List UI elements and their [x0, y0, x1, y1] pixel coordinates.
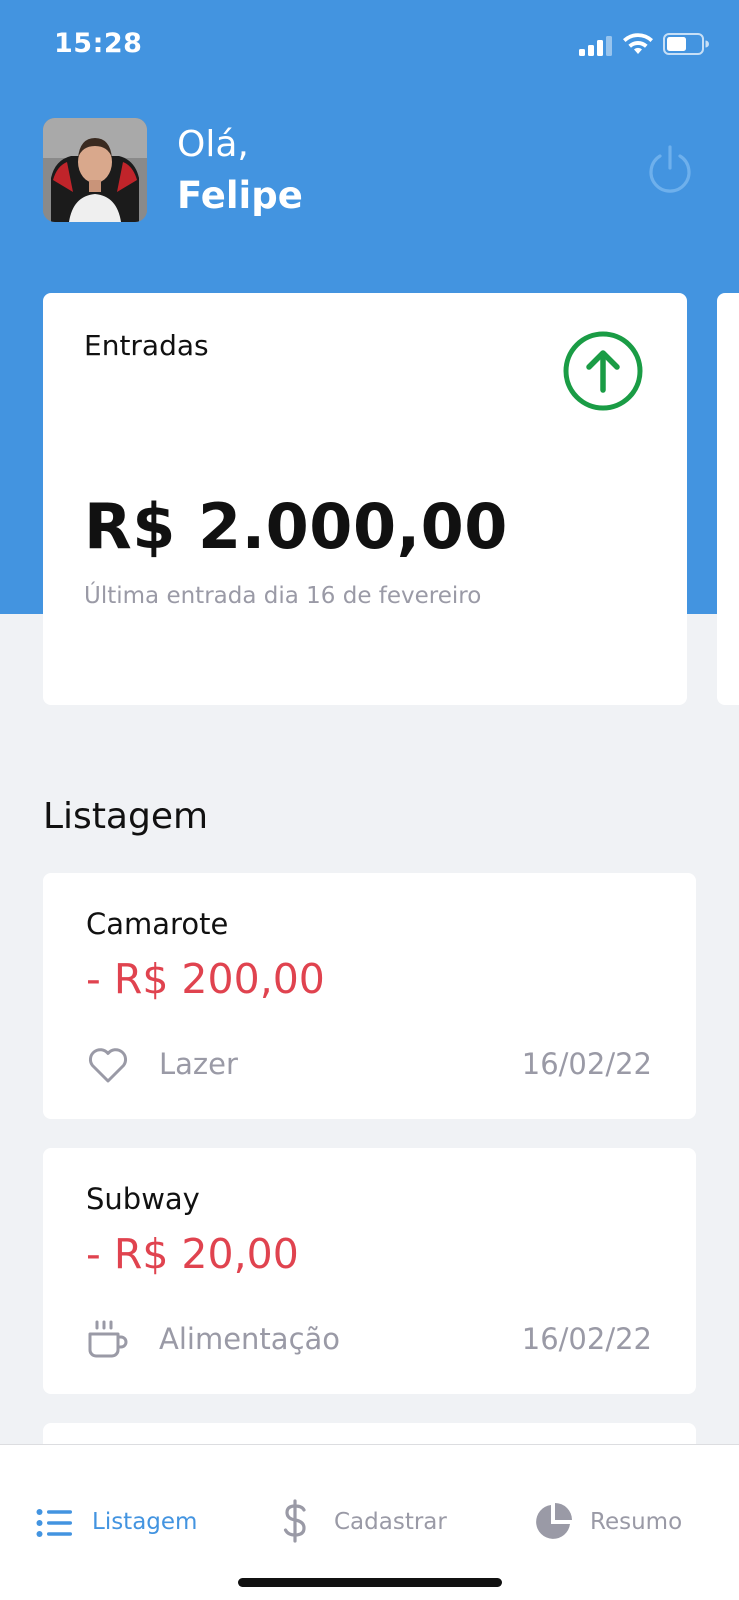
dollar-icon: [283, 1499, 306, 1543]
wifi-icon: [623, 33, 653, 54]
power-icon: [649, 145, 691, 193]
list-icon: [36, 1509, 72, 1537]
greeting: Olá,: [177, 124, 249, 165]
logout-button[interactable]: [646, 144, 694, 194]
status-icons: [579, 30, 709, 58]
tab-label: Listagem: [92, 1509, 198, 1535]
avatar: [43, 118, 147, 222]
item-date: 16/02/22: [521, 1047, 652, 1081]
tab-listagem[interactable]: Listagem: [36, 1505, 198, 1545]
avatar-photo: [43, 118, 147, 222]
user-name: Felipe: [177, 174, 303, 217]
last-income-text: Última entrada dia 16 de fevereiro: [84, 583, 482, 609]
coffee-icon: [88, 1320, 128, 1358]
item-amount: - R$ 20,00: [86, 1230, 299, 1278]
listing-title: Listagem: [43, 796, 209, 837]
item-title: Camarote: [86, 907, 229, 941]
tab-bar: Listagem Cadastrar Resumo: [0, 1444, 739, 1600]
list-item[interactable]: Camarote - R$ 200,00 Lazer 16/02/22: [43, 873, 696, 1119]
list-item[interactable]: Subway - R$ 20,00 Alimentação 16/02/22: [43, 1148, 696, 1394]
item-category: Alimentação: [159, 1322, 341, 1356]
tab-resumo[interactable]: Resumo: [534, 1503, 694, 1545]
pie-chart-icon: [536, 1503, 572, 1539]
item-category: Lazer: [159, 1047, 238, 1081]
income-amount: R$ 2.000,00: [84, 490, 508, 563]
cellular-signal-icon: [579, 36, 612, 56]
item-amount: - R$ 200,00: [86, 955, 325, 1003]
next-card-peek[interactable]: [717, 293, 739, 705]
home-indicator[interactable]: [238, 1578, 502, 1587]
income-card-title: Entradas: [84, 329, 209, 362]
tab-label: Cadastrar: [334, 1509, 447, 1535]
item-title: Subway: [86, 1182, 200, 1216]
status-bar: 15:28: [0, 0, 739, 90]
tab-cadastrar[interactable]: Cadastrar: [282, 1499, 452, 1545]
battery-icon: [663, 33, 709, 55]
tab-label: Resumo: [590, 1509, 683, 1535]
arrow-up-circle-icon: [563, 331, 643, 411]
heart-icon: [89, 1048, 127, 1083]
status-time: 15:28: [54, 28, 143, 59]
item-date: 16/02/22: [521, 1322, 652, 1356]
income-card: Entradas R$ 2.000,00 Última entrada dia …: [43, 293, 687, 705]
